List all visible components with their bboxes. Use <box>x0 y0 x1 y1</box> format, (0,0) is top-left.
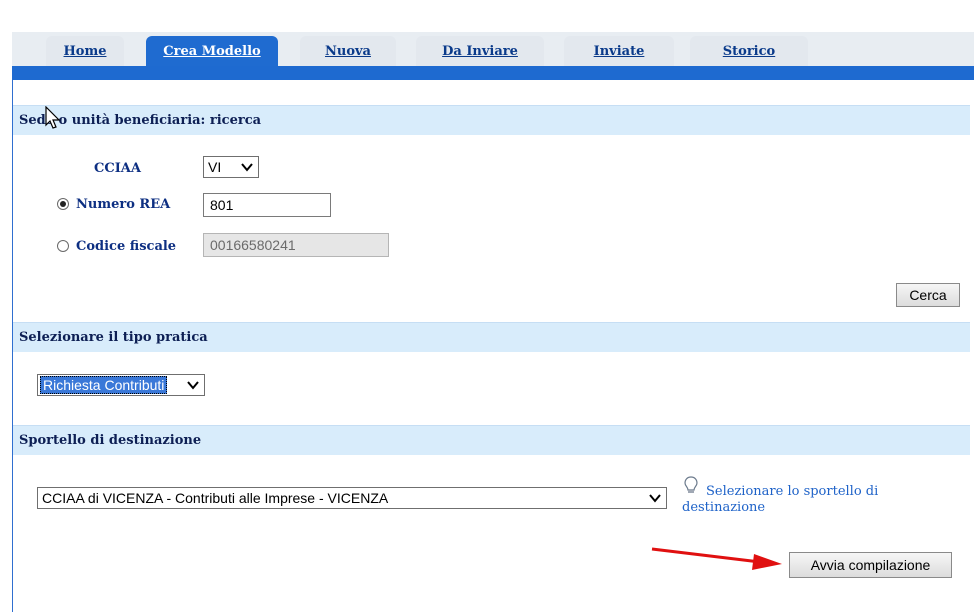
chevron-down-icon <box>241 163 253 172</box>
sportello-select-value: CCIAA di VICENZA - Contributi alle Impre… <box>42 490 389 506</box>
tab-home[interactable]: Home <box>46 36 124 66</box>
radio-codice-fiscale[interactable] <box>57 240 69 252</box>
section-desk-header: Sportello di destinazione <box>13 425 970 455</box>
avvia-compilazione-button[interactable]: Avvia compilazione <box>789 552 952 578</box>
red-arrow-icon <box>651 547 782 570</box>
tab-storico[interactable]: Storico <box>690 36 808 66</box>
cciaa-select-value: VI <box>208 159 222 175</box>
section-desk-title: Sportello di destinazione <box>19 433 202 448</box>
numero-rea-input[interactable]: 801 <box>203 193 331 217</box>
mouse-cursor-icon <box>45 106 61 129</box>
tab-inviate[interactable]: Inviate <box>564 36 674 66</box>
section-type-title: Selezionare il tipo pratica <box>19 330 208 345</box>
codice-fiscale-input[interactable]: 00166580241 <box>203 233 389 257</box>
chevron-down-icon <box>187 381 199 390</box>
tab-da-inviare[interactable]: Da Inviare <box>416 36 544 66</box>
codice-fiscale-label: Codice fiscale <box>76 239 177 254</box>
tab-nuova[interactable]: Nuova <box>300 36 396 66</box>
sportello-select[interactable]: CCIAA di VICENZA - Contributi alle Impre… <box>37 487 667 509</box>
tab-crea-modello[interactable]: Crea Modello <box>146 36 278 66</box>
tab-underline-bar <box>12 66 974 80</box>
numero-rea-label: Numero REA <box>76 197 171 212</box>
section-type-header: Selezionare il tipo pratica <box>13 322 970 352</box>
chevron-down-icon <box>649 494 661 503</box>
search-button[interactable]: Cerca <box>896 283 960 307</box>
section-search-header: Sede o unità beneficiaria: ricerca <box>13 105 970 135</box>
cciaa-label: CCIAA <box>94 161 141 176</box>
top-strip <box>0 0 974 12</box>
sportello-hint-link[interactable]: Selezionare lo sportello di destinazione <box>682 484 912 516</box>
cciaa-select[interactable]: VI <box>203 156 259 178</box>
tipo-pratica-select[interactable]: Richiesta Contributi <box>37 374 205 396</box>
tipo-pratica-select-value: Richiesta Contributi <box>40 376 168 394</box>
radio-numero-rea[interactable] <box>57 198 69 210</box>
